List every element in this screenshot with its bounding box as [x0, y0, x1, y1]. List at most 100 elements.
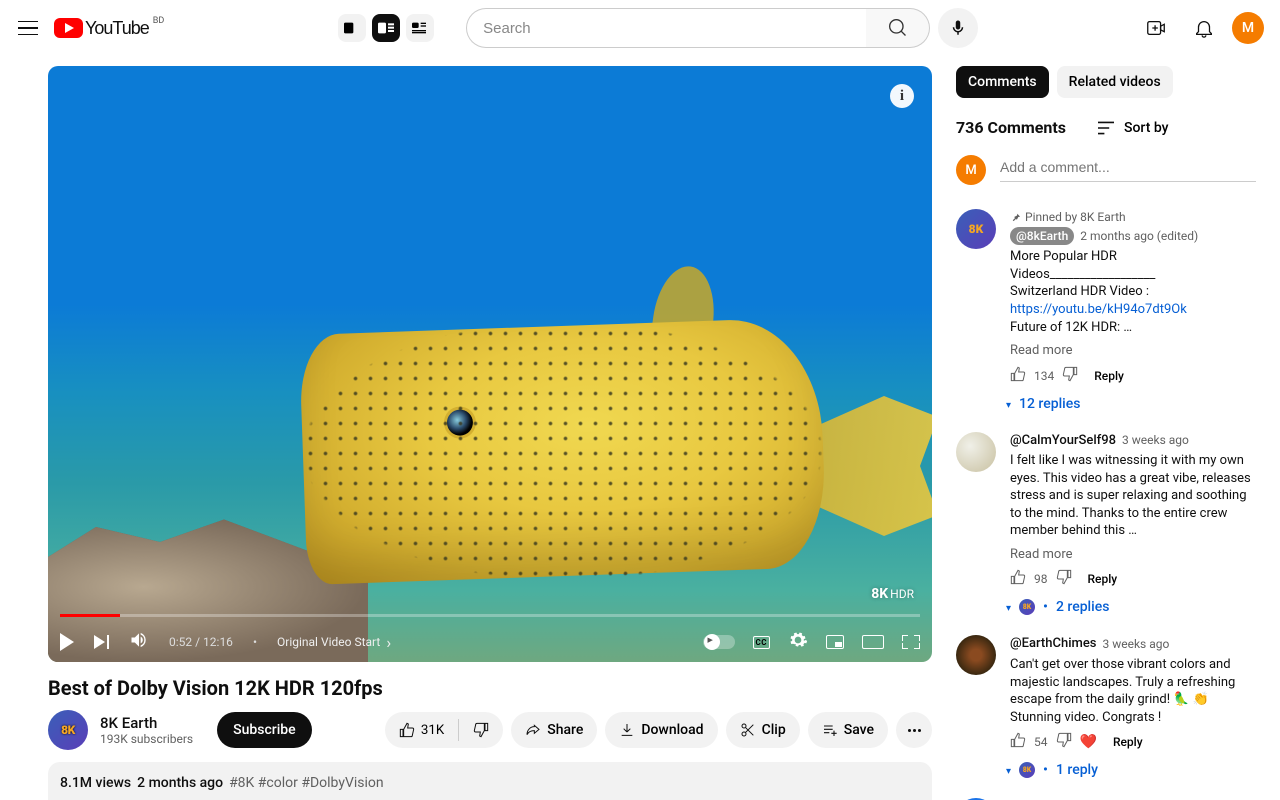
- layout-default-button[interactable]: [338, 14, 366, 42]
- download-button[interactable]: Download: [605, 712, 717, 748]
- comment-dislike-button[interactable]: [1062, 366, 1078, 386]
- create-icon: [1145, 17, 1167, 39]
- like-dislike-group: 31K: [385, 712, 503, 748]
- user-avatar[interactable]: M: [1232, 12, 1264, 44]
- tab-related-videos[interactable]: Related videos: [1057, 66, 1173, 98]
- create-button[interactable]: [1136, 8, 1176, 48]
- thumb-up-icon: [399, 722, 415, 738]
- pinned-label: Pinned by 8K Earth: [1025, 209, 1126, 225]
- share-icon: [525, 722, 541, 738]
- layout-toggle-group: [338, 14, 434, 42]
- captions-button[interactable]: CC: [753, 636, 770, 649]
- voice-search-button[interactable]: [938, 8, 978, 48]
- share-button[interactable]: Share: [511, 712, 597, 748]
- comment-text: I felt like I was witnessing it with my …: [1010, 452, 1256, 540]
- region-code: BD: [153, 16, 165, 26]
- progress-bar[interactable]: [60, 614, 920, 617]
- layout-with-comments-button[interactable]: [372, 14, 400, 42]
- volume-button[interactable]: [129, 630, 149, 654]
- comment-author-chip[interactable]: @8kEarth: [1010, 227, 1074, 245]
- clip-button[interactable]: Clip: [726, 712, 800, 748]
- comment-avatar[interactable]: [956, 635, 996, 675]
- thumb-up-icon: [1010, 366, 1026, 382]
- view-count: 8.1M views: [60, 774, 131, 794]
- download-icon: [619, 722, 635, 738]
- video-frame: [48, 66, 932, 662]
- channel-name[interactable]: 8K Earth: [100, 714, 193, 732]
- comment-item: @CalmYourSelf983 weeks ago I felt like I…: [956, 432, 1256, 616]
- comment-item: 8K Pinned by 8K Earth @8kEarth 2 months …: [956, 209, 1256, 412]
- comment-count: 736 Comments: [956, 118, 1066, 137]
- comment-like-button[interactable]: [1010, 569, 1026, 589]
- sort-icon: [1096, 120, 1116, 136]
- notifications-button[interactable]: [1184, 8, 1224, 48]
- replies-toggle[interactable]: 8K•2 replies: [1006, 599, 1109, 615]
- next-button[interactable]: [94, 635, 109, 649]
- reply-button[interactable]: Reply: [1088, 572, 1118, 586]
- sort-button[interactable]: Sort by: [1096, 120, 1169, 136]
- playlist-add-icon: [822, 722, 838, 738]
- logo-text: YouTube: [85, 18, 149, 39]
- search-icon: [888, 18, 908, 38]
- search-button[interactable]: [866, 8, 930, 48]
- search-input[interactable]: [466, 8, 866, 48]
- more-actions-button[interactable]: [896, 712, 932, 748]
- theater-mode-button[interactable]: [862, 635, 884, 649]
- comment-author[interactable]: @CalmYourSelf98: [1010, 432, 1116, 450]
- hamburger-menu[interactable]: [16, 16, 40, 40]
- replies-toggle[interactable]: 8K•1 reply: [1006, 762, 1098, 778]
- description-box[interactable]: 8.1M views 2 months ago #8K #color #Dolb…: [48, 762, 932, 800]
- heart-icon: ❤️: [1080, 733, 1097, 752]
- play-button[interactable]: [60, 633, 74, 651]
- comment-text: Can't get over those vibrant colors and …: [1010, 656, 1256, 726]
- comment-dislike-button[interactable]: [1056, 732, 1072, 752]
- comment-like-button[interactable]: [1010, 366, 1026, 386]
- reply-button[interactable]: Reply: [1094, 369, 1124, 383]
- scissors-icon: [740, 722, 756, 738]
- subscribe-button[interactable]: Subscribe: [217, 712, 312, 748]
- microphone-icon: [949, 19, 967, 37]
- info-card-icon[interactable]: i: [890, 84, 914, 108]
- video-player[interactable]: i 8KHDR 0:52 / 12:16 • Original Video St…: [48, 66, 932, 662]
- save-button[interactable]: Save: [808, 712, 888, 748]
- comment-item: @EarthChimes3 weeks ago Can't get over t…: [956, 635, 1256, 778]
- comment-text: More Popular HDR Videos_________________…: [1010, 248, 1256, 336]
- comment-like-button[interactable]: [1010, 732, 1026, 752]
- read-more-button[interactable]: Read more: [1010, 342, 1256, 360]
- replies-toggle[interactable]: 12 replies: [1006, 396, 1080, 412]
- time-display: 0:52 / 12:16: [169, 635, 233, 649]
- comment-author[interactable]: @EarthChimes: [1010, 635, 1096, 653]
- fullscreen-button[interactable]: [902, 635, 920, 649]
- comment-avatar[interactable]: [956, 432, 996, 472]
- gear-icon: [788, 630, 808, 650]
- comment-dislike-button[interactable]: [1056, 569, 1072, 589]
- like-button[interactable]: 31K: [385, 712, 458, 748]
- video-title: Best of Dolby Vision 12K HDR 120fps: [48, 676, 932, 700]
- tab-comments[interactable]: Comments: [956, 66, 1049, 98]
- pin-icon: [1010, 212, 1021, 223]
- settings-button[interactable]: [788, 630, 808, 654]
- app-header: YouTube BD M: [0, 0, 1280, 56]
- comment-avatar[interactable]: 8K: [956, 209, 996, 249]
- add-comment-input[interactable]: [1000, 155, 1256, 182]
- dislike-button[interactable]: [459, 712, 503, 748]
- read-more-button[interactable]: Read more: [1010, 546, 1256, 564]
- bell-icon: [1193, 17, 1215, 39]
- thumb-down-icon: [1062, 366, 1078, 382]
- channel-watermark[interactable]: 8KHDR: [871, 586, 914, 602]
- comment-link[interactable]: https://youtu.be/kH94o7dt9Ok: [1010, 302, 1187, 317]
- youtube-logo[interactable]: YouTube BD: [54, 18, 164, 39]
- chapter-title[interactable]: Original Video Start: [277, 633, 391, 652]
- my-avatar: M: [956, 155, 986, 185]
- channel-avatar[interactable]: 8K: [48, 710, 88, 750]
- layout-theater-button[interactable]: [406, 14, 434, 42]
- hashtags[interactable]: #8K #color #DolbyVision: [229, 774, 384, 794]
- autoplay-toggle[interactable]: [703, 635, 735, 649]
- thumb-down-icon: [473, 722, 489, 738]
- subscriber-count: 193K subscribers: [100, 732, 193, 746]
- reply-button[interactable]: Reply: [1113, 735, 1143, 749]
- upload-age: 2 months ago: [137, 774, 223, 794]
- comments-panel: Comments Related videos 736 Comments Sor…: [956, 66, 1256, 800]
- miniplayer-button[interactable]: [826, 635, 844, 649]
- comment-time: 2 months ago (edited): [1080, 228, 1198, 244]
